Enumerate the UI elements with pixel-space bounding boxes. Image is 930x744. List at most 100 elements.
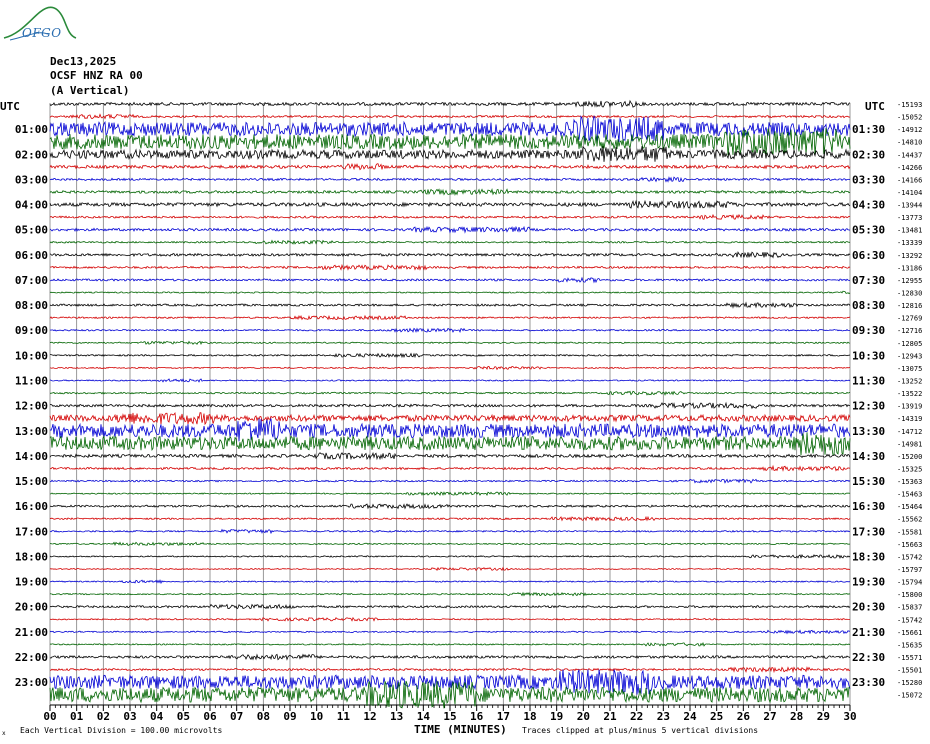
right-hour-label: 08:30 — [852, 299, 885, 312]
x-tick-label: 04 — [150, 710, 164, 723]
axis-labels: 00 01 02 03 04 05 06 07 08 09 10 11 12 13 14 15 16 17 18 19… — [15, 101, 922, 723]
trace-offset-label: -13522 — [897, 390, 922, 398]
right-hour-label: 10:30 — [852, 349, 885, 362]
x-tick-label: 28 — [790, 710, 803, 723]
right-hour-label: 18:30 — [852, 550, 885, 563]
trace-offset-label: -13481 — [897, 227, 922, 235]
x-tick-label: 05 — [177, 710, 190, 723]
corner-mark: x — [2, 730, 6, 737]
trace-offset-label: -12716 — [897, 327, 922, 335]
right-hour-label: 19:30 — [852, 576, 885, 589]
left-hour-label: 06:00 — [15, 249, 48, 262]
right-hour-label: 15:30 — [852, 475, 885, 488]
x-tick-label: 00 — [43, 710, 56, 723]
right-hour-label: 12:30 — [852, 400, 885, 413]
trace-offset-label: -15280 — [897, 679, 922, 687]
left-hour-label: 10:00 — [15, 349, 48, 362]
x-tick-label: 19 — [550, 710, 563, 723]
x-tick-label: 10 — [310, 710, 323, 723]
left-hour-label: 19:00 — [15, 576, 48, 589]
x-tick-label: 15 — [443, 710, 456, 723]
right-hour-label: 13:30 — [852, 425, 885, 438]
trace-offset-label: -15742 — [897, 553, 922, 561]
x-tick-label: 21 — [603, 710, 617, 723]
seismogram-plot: 00 01 02 03 04 05 06 07 08 09 10 11 12 13 14 15 16 17 18 19… — [15, 99, 922, 723]
trace-offset-label: -12955 — [897, 277, 922, 285]
trace-offset-label: -14319 — [897, 415, 922, 423]
x-tick-label: 22 — [630, 710, 643, 723]
x-tick-label: 30 — [843, 710, 856, 723]
x-tick-label: 12 — [363, 710, 376, 723]
right-hour-label: 21:30 — [852, 626, 885, 639]
left-hour-label: 13:00 — [15, 425, 48, 438]
x-tick-label: 11 — [337, 710, 351, 723]
left-hour-label: 04:00 — [15, 199, 48, 212]
right-hour-label: 02:30 — [852, 148, 885, 161]
right-hour-label: 20:30 — [852, 601, 885, 614]
trace-offset-label: -15200 — [897, 453, 922, 461]
trace-offset-label: -14104 — [897, 189, 922, 197]
x-tick-label: 18 — [523, 710, 536, 723]
left-hour-label: 22:00 — [15, 651, 48, 664]
left-hour-label: 18:00 — [15, 550, 48, 563]
trace-offset-label: -15800 — [897, 591, 922, 599]
trace-offset-label: -14266 — [897, 164, 922, 172]
trace-offset-label: -15837 — [897, 604, 922, 612]
x-tick-label: 06 — [203, 710, 217, 723]
left-hour-label: 21:00 — [15, 626, 48, 639]
x-tick-label: 25 — [710, 710, 723, 723]
right-hour-label: 01:30 — [852, 123, 885, 136]
trace-offset-label: -12943 — [897, 352, 922, 360]
left-hour-label: 02:00 — [15, 148, 48, 161]
trace-offset-label: -15663 — [897, 541, 922, 549]
x-tick-label: 24 — [683, 710, 697, 723]
right-hour-label: 04:30 — [852, 199, 885, 212]
left-hour-label: 14:00 — [15, 450, 48, 463]
trace-offset-label: -15571 — [897, 654, 922, 662]
right-hour-label: 11:30 — [852, 374, 885, 387]
right-hour-label: 16:30 — [852, 500, 885, 513]
trace-offset-label: -15363 — [897, 478, 922, 486]
right-hour-label: 07:30 — [852, 274, 885, 287]
trace-offset-label: -13292 — [897, 252, 922, 260]
trace-offset-label: -12769 — [897, 315, 922, 323]
trace-offset-label: -14810 — [897, 139, 922, 147]
left-hour-label: 03:00 — [15, 173, 48, 186]
x-tick-label: 23 — [657, 710, 670, 723]
trace-offset-label: -13773 — [897, 214, 922, 222]
trace-offset-label: -15325 — [897, 465, 922, 473]
left-hour-label: 23:00 — [15, 676, 48, 689]
x-tick-label: 29 — [817, 710, 830, 723]
trace-offset-label: -15463 — [897, 491, 922, 499]
x-tick-label: 26 — [737, 710, 751, 723]
trace-offset-label: -15661 — [897, 629, 922, 637]
vertical-division-note: Each Vertical Division = 100.00 microvol… — [20, 726, 223, 735]
left-hour-label: 07:00 — [15, 274, 48, 287]
trace-offset-label: -15562 — [897, 516, 922, 524]
x-tick-label: 20 — [577, 710, 590, 723]
trace-offset-label: -14166 — [897, 176, 922, 184]
x-axis-label: TIME (MINUTES) — [414, 723, 507, 736]
trace-offset-label: -15464 — [897, 503, 922, 511]
trace-offset-label: -14981 — [897, 440, 922, 448]
trace-offset-label: -13252 — [897, 377, 922, 385]
trace-offset-label: -14912 — [897, 126, 922, 134]
x-tick-label: 14 — [417, 710, 431, 723]
left-hour-label: 08:00 — [15, 299, 48, 312]
trace-offset-label: -15581 — [897, 528, 922, 536]
x-tick-label: 08 — [257, 710, 270, 723]
left-hour-label: 15:00 — [15, 475, 48, 488]
x-tick-label: 07 — [230, 710, 243, 723]
right-hour-label: 23:30 — [852, 676, 885, 689]
trace-offset-label: -12816 — [897, 302, 922, 310]
left-hour-label: 01:00 — [15, 123, 48, 136]
left-hour-label: 20:00 — [15, 601, 48, 614]
trace-offset-label: -15794 — [897, 579, 922, 587]
right-hour-label: 06:30 — [852, 249, 885, 262]
left-hour-label: 09:00 — [15, 324, 48, 337]
left-hour-label: 11:00 — [15, 374, 48, 387]
right-hour-label: 03:30 — [852, 173, 885, 186]
trace-offset-label: -12830 — [897, 290, 922, 298]
trace-offset-label: -15052 — [897, 114, 922, 122]
right-hour-label: 22:30 — [852, 651, 885, 664]
